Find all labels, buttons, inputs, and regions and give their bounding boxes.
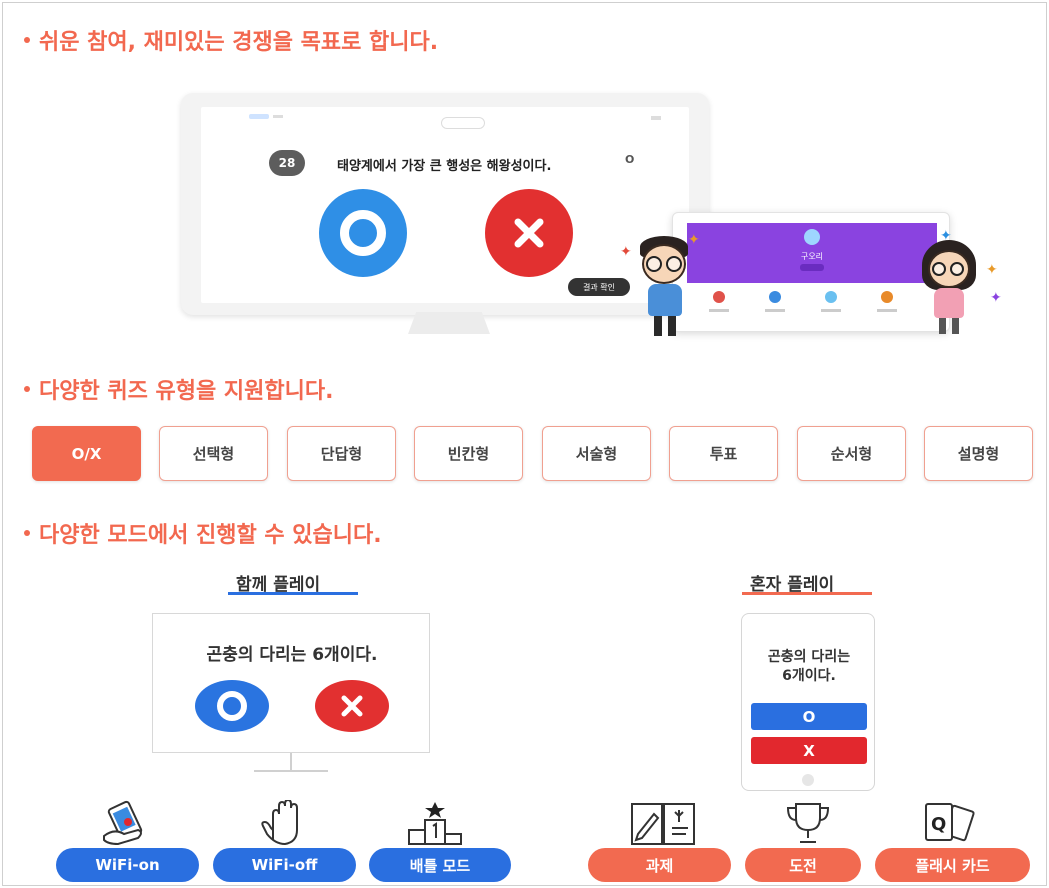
player-score-line [877, 309, 897, 312]
o-answer-button[interactable] [319, 189, 407, 277]
heading-text: 다양한 모드에서 진행할 수 있습니다. [39, 523, 382, 548]
phone-home-button [802, 774, 814, 786]
challenge-button[interactable]: 도전 [745, 848, 861, 882]
quiz-type-choice-button[interactable]: 선택형 [159, 426, 268, 481]
player-score-line [765, 309, 785, 312]
player-avatar-icon [769, 291, 781, 303]
bullet-icon [24, 386, 30, 392]
podium-icon [405, 800, 465, 846]
sparkle-decoration: ✦ [990, 290, 1002, 306]
together-play-screen: 곤충의 다리는 6개이다. [152, 613, 430, 753]
o-answer-button[interactable] [195, 680, 269, 732]
solo-question-line: 6개이다. [782, 668, 836, 684]
together-play-underline [228, 592, 358, 595]
monitor-stand [408, 312, 490, 334]
heading-text: 쉬운 참여, 재미있는 경쟁을 목표로 합니다. [39, 30, 439, 55]
solo-play-underline [742, 592, 872, 595]
cartoon-girl-illustration [920, 240, 982, 336]
heading-text: 다양한 퀴즈 유형을 지원합니다. [39, 379, 334, 404]
bullet-icon [24, 37, 30, 43]
together-question-text: 곤충의 다리는 6개이다. [206, 645, 378, 665]
question-number-badge: 28 [269, 150, 305, 176]
solo-question-line: 곤충의 다리는 [767, 649, 851, 665]
player-avatar-icon [825, 291, 837, 303]
player-score-line [709, 309, 729, 312]
wifi-on-button[interactable]: WiFi-on [56, 848, 199, 882]
question-text: 태양계에서 가장 큰 행성은 해왕성이다. [337, 159, 552, 174]
quiz-type-vote-button[interactable]: 투표 [669, 426, 778, 481]
phone-hand-icon [98, 800, 158, 846]
player-avatar-icon [804, 229, 820, 245]
o-answer-button[interactable]: O [751, 703, 867, 730]
o-icon [340, 210, 386, 256]
section-heading-participation: 쉬운 참여, 재미있는 경쟁을 목표로 합니다. [24, 24, 438, 56]
sparkle-decoration: ✦ [620, 244, 632, 260]
raised-hand-icon [255, 798, 315, 846]
screen-stand [290, 753, 292, 771]
screen-stand-base [254, 770, 328, 772]
quiz-type-explanation-button[interactable]: 설명형 [924, 426, 1033, 481]
notebook-icon [630, 800, 695, 846]
screen-header-chip [273, 115, 283, 118]
x-icon [514, 218, 544, 248]
player-score-line [821, 309, 841, 312]
section-heading-modes: 다양한 모드에서 진행할 수 있습니다. [24, 517, 382, 549]
result-check-button[interactable]: 결과 확인 [568, 278, 630, 296]
player-avatar-icon [881, 291, 893, 303]
quiz-type-essay-button[interactable]: 서술형 [542, 426, 651, 481]
quiz-type-order-button[interactable]: 순서형 [797, 426, 906, 481]
x-answer-button[interactable] [485, 189, 573, 277]
sparkle-decoration: ✦ [688, 232, 700, 248]
trophy-icon [778, 800, 838, 846]
monitor-screen: 28 태양계에서 가장 큰 행성은 해왕성이다. O [201, 107, 689, 303]
assignment-button[interactable]: 과제 [588, 848, 731, 882]
side-mark: O [625, 153, 635, 166]
quiz-type-short-answer-button[interactable]: 단답형 [287, 426, 396, 481]
cards-icon: Q [920, 800, 980, 846]
wifi-off-button[interactable]: WiFi-off [213, 848, 356, 882]
cartoon-boy-illustration [636, 236, 696, 338]
screen-header-chip [249, 114, 269, 119]
monitor-illustration: 28 태양계에서 가장 큰 행성은 해왕성이다. O [181, 93, 709, 315]
sparkle-decoration: ✦ [986, 262, 998, 278]
flash-card-button[interactable]: 플래시 카드 [875, 848, 1030, 882]
x-answer-button[interactable] [315, 680, 389, 732]
solo-question-text: 곤충의 다리는 6개이다. [742, 648, 876, 686]
solo-play-phone: 곤충의 다리는 6개이다. O X [741, 613, 875, 791]
o-icon [217, 691, 247, 721]
quiz-type-ox-button[interactable]: O/X [32, 426, 141, 481]
battle-mode-button[interactable]: 배틀 모드 [369, 848, 511, 882]
section-heading-quiz-types: 다양한 퀴즈 유형을 지원합니다. [24, 373, 333, 405]
sparkle-decoration: ✦ [940, 228, 952, 244]
svg-text:Q: Q [931, 814, 946, 835]
player-avatar-icon [713, 291, 725, 303]
x-answer-button[interactable]: X [751, 737, 867, 764]
player-score-chip [800, 264, 824, 271]
tablet-illustration: 구오리 [672, 212, 950, 332]
player-name: 구오리 [800, 252, 824, 261]
screen-header-pill [441, 117, 485, 129]
question-number: 28 [278, 156, 296, 170]
screen-header-corner [651, 116, 661, 120]
x-icon [341, 695, 363, 717]
quiz-type-fill-blank-button[interactable]: 빈칸형 [414, 426, 523, 481]
bullet-icon [24, 530, 30, 536]
tablet-header: 구오리 [687, 223, 937, 283]
